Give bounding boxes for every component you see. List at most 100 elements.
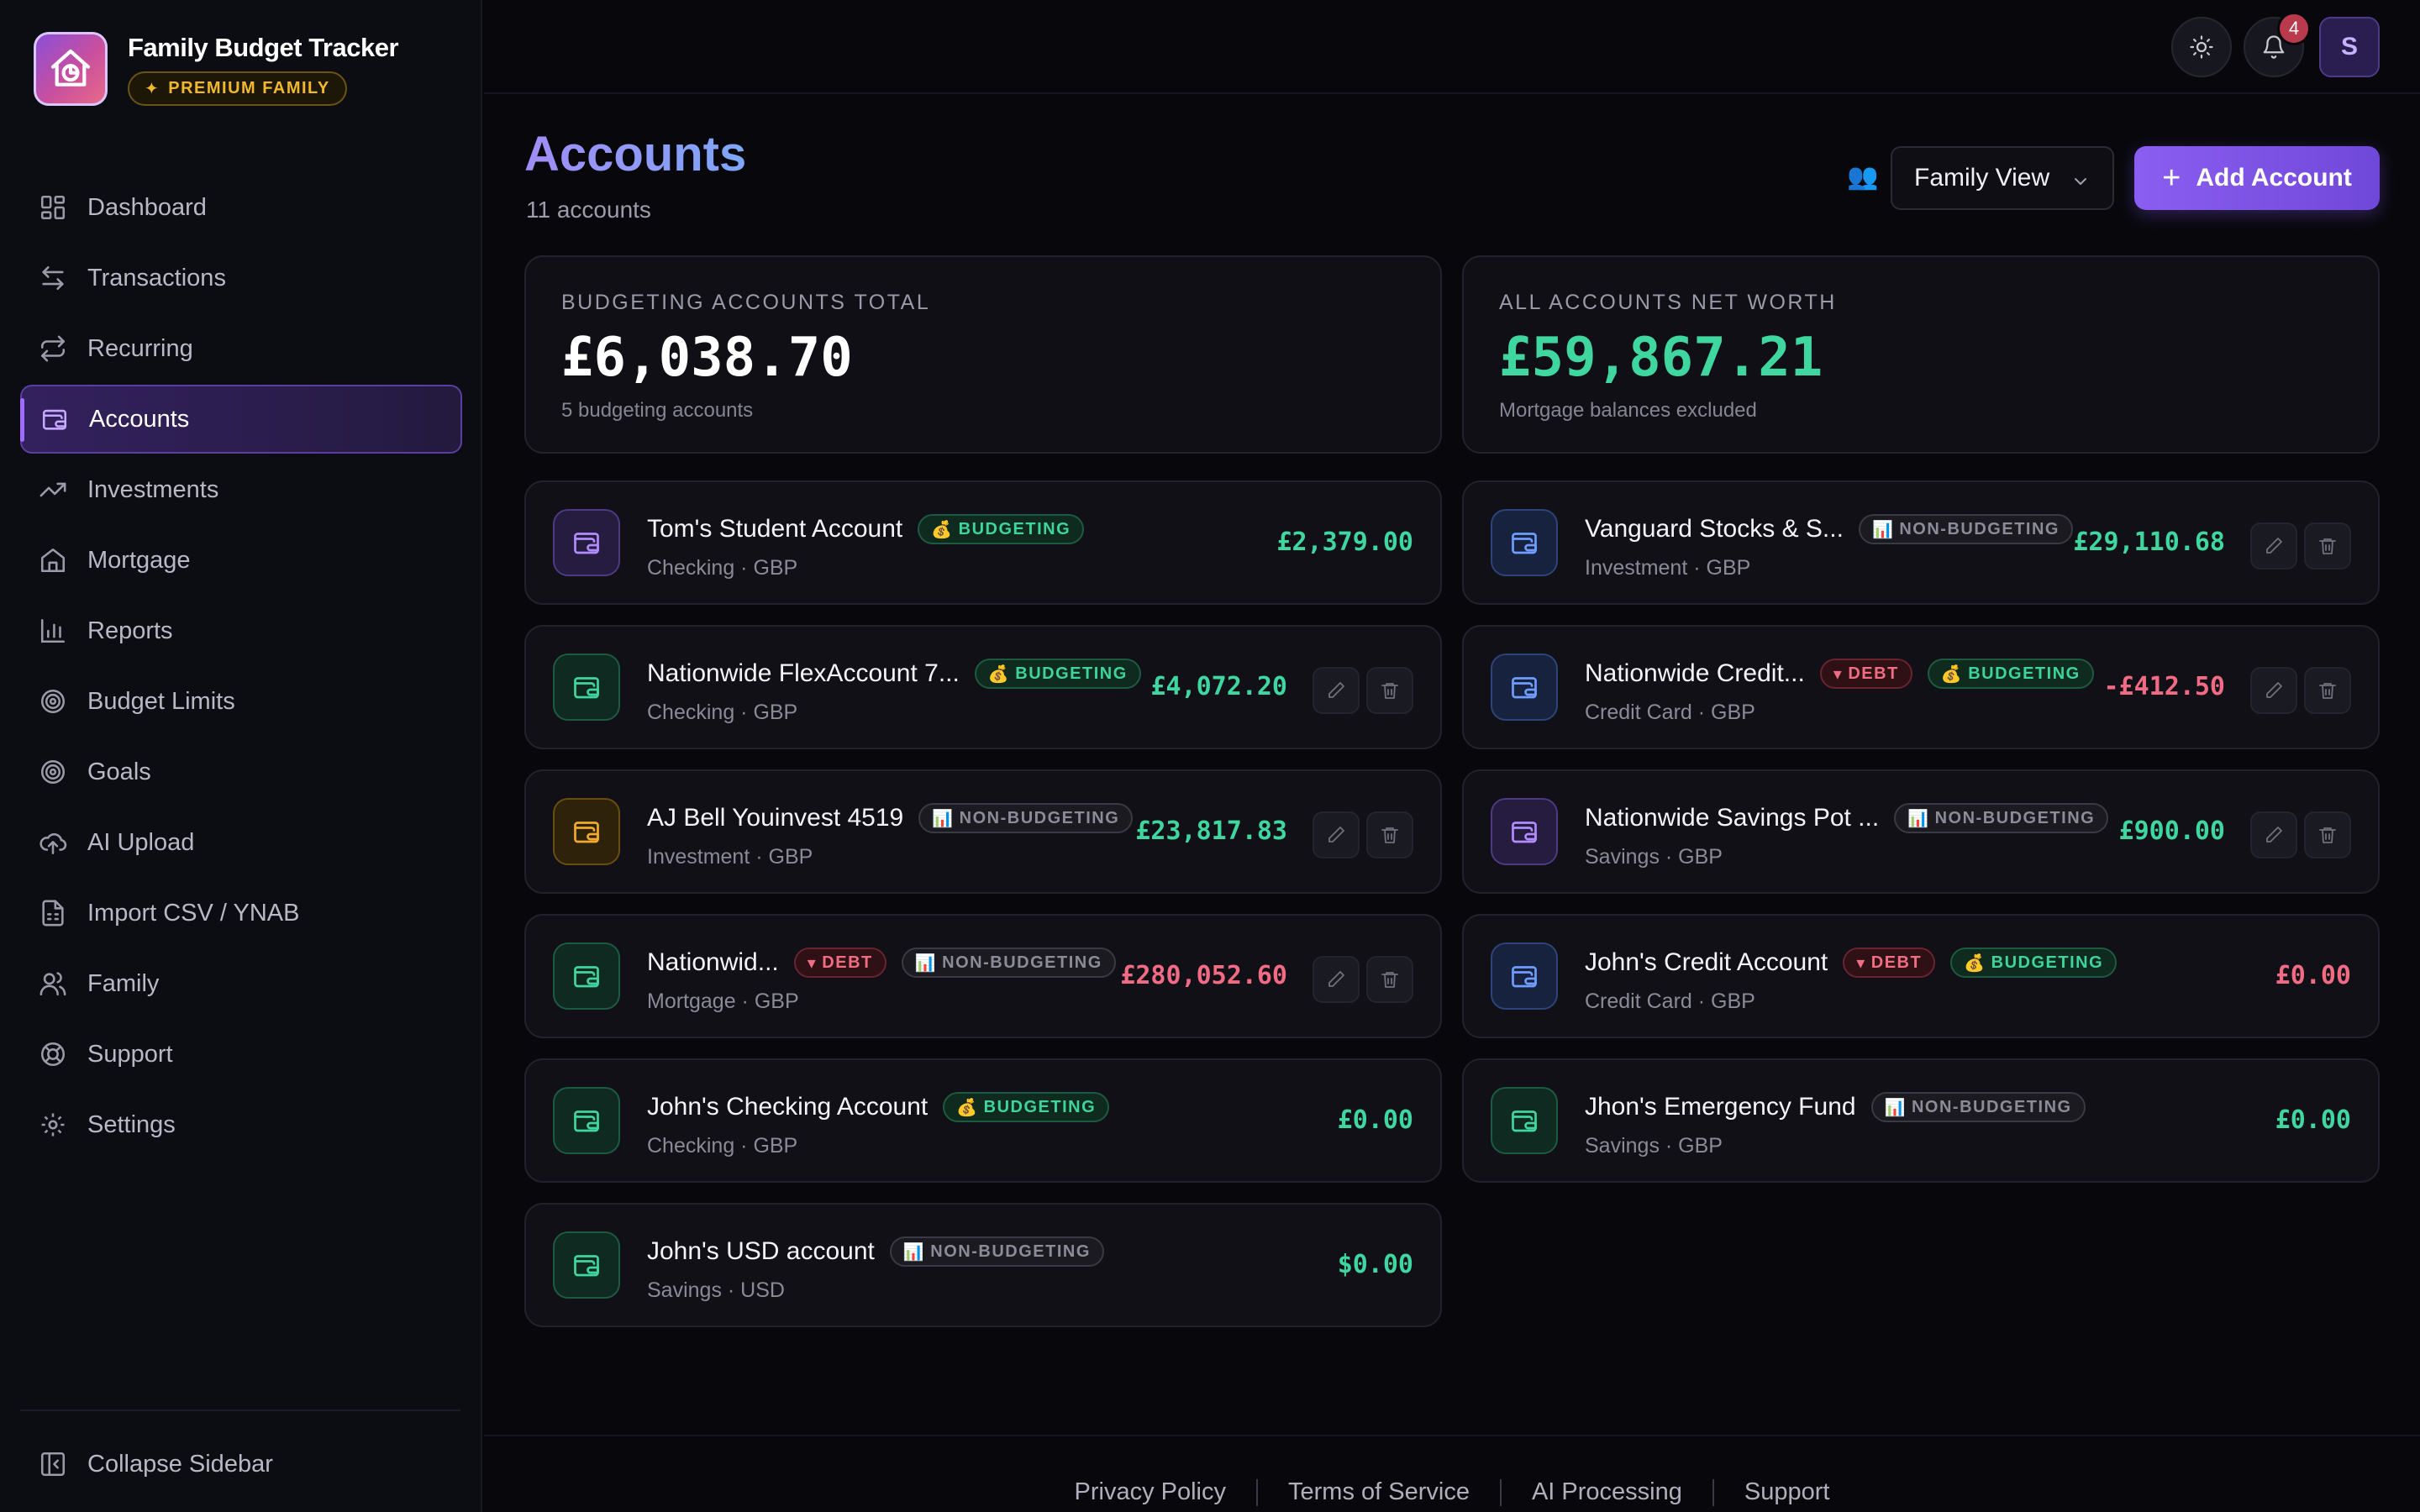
account-name: Nationwide Credit... — [1585, 659, 1805, 687]
sidebar: Family Budget Tracker ✦ PREMIUM FAMILY D… — [0, 0, 482, 1512]
sidebar-item-label: Budget Limits — [87, 687, 235, 715]
notifications-button[interactable]: 4 — [2244, 12, 2311, 77]
account-name: John's Checking Account — [647, 1093, 929, 1121]
footer-link-privacy[interactable]: Privacy Policy — [1075, 1478, 1227, 1506]
sidebar-item-reports[interactable]: Reports — [20, 596, 462, 665]
debt-tag: ▾ DEBT — [1819, 659, 1912, 689]
sidebar-item-ai-upload[interactable]: AI Upload — [20, 808, 462, 877]
account-card[interactable]: John's Credit Account ▾ DEBT 💰 BUDGETING C… — [1462, 914, 2380, 1038]
account-card[interactable]: Vanguard Stocks & S... 📊 NON-BUDGETING In… — [1462, 480, 2380, 605]
sidebar-collapse-icon — [40, 1452, 66, 1477]
account-meta: Savings · GBP — [1585, 845, 1723, 869]
footer-link-ai-processing[interactable]: AI Processing — [1532, 1478, 1682, 1506]
user-avatar[interactable]: S — [2319, 17, 2380, 77]
money-bag-icon: 💰 — [956, 1098, 979, 1117]
sidebar-item-family[interactable]: Family — [20, 949, 462, 1018]
edit-account-button[interactable] — [2250, 667, 2297, 714]
edit-account-button[interactable] — [2250, 522, 2297, 570]
footer-link-terms[interactable]: Terms of Service — [1288, 1478, 1470, 1506]
collapse-sidebar-button[interactable]: Collapse Sidebar — [39, 1450, 273, 1478]
account-balance: £0.00 — [2275, 961, 2351, 990]
summary-note: Mortgage balances excluded — [1499, 399, 1757, 422]
app-logo-icon — [34, 32, 108, 106]
footer-link-support[interactable]: Support — [1744, 1478, 1830, 1506]
family-view-select[interactable]: Family View — [1891, 146, 2114, 210]
non-budgeting-tag: 📊 NON-BUDGETING — [1858, 514, 2073, 544]
tag-label: DEBT — [1848, 664, 1899, 683]
account-card[interactable]: John's USD account 📊 NON-BUDGETING Saving… — [524, 1203, 1442, 1327]
tag-label: DEBT — [822, 953, 873, 972]
account-card[interactable]: Jhon's Emergency Fund 📊 NON-BUDGETING Sav… — [1462, 1058, 2380, 1183]
account-card[interactable]: AJ Bell Youinvest 4519 📊 NON-BUDGETING In… — [524, 769, 1442, 894]
sidebar-item-import-csv[interactable]: Import CSV / YNAB — [20, 879, 462, 948]
gear-icon — [41, 1113, 65, 1137]
delete-account-button[interactable] — [1366, 811, 1413, 858]
delete-account-button[interactable] — [1366, 956, 1413, 1003]
chart-icon: 📊 — [1884, 1098, 1907, 1117]
wallet-icon — [553, 654, 620, 721]
sidebar-item-mortgage[interactable]: Mortgage — [20, 526, 462, 595]
wallet-icon — [1491, 798, 1558, 865]
goal-icon — [40, 759, 66, 785]
sidebar-item-settings[interactable]: Settings — [20, 1090, 462, 1159]
chevron-down-icon — [2075, 178, 2086, 185]
sidebar-item-investments[interactable]: Investments — [20, 455, 462, 524]
theme-toggle-button[interactable] — [2171, 17, 2232, 77]
delete-account-button[interactable] — [1366, 667, 1413, 714]
account-name: Jhon's Emergency Fund — [1585, 1093, 1856, 1121]
edit-account-button[interactable] — [1313, 956, 1360, 1003]
trash-icon — [1381, 827, 1398, 843]
non-budgeting-tag: 📊 NON-BUDGETING — [918, 803, 1134, 833]
tag-label: BUDGETING — [1991, 953, 2104, 972]
add-account-button[interactable]: + Add Account — [2134, 146, 2380, 210]
sidebar-item-label: Support — [87, 1040, 173, 1068]
account-meta: Investment · GBP — [1585, 556, 1751, 580]
sidebar-item-transactions[interactable]: Transactions — [20, 244, 462, 312]
footer-separator — [1712, 1478, 1714, 1506]
sidebar-item-label: Mortgage — [87, 546, 191, 574]
sidebar-item-goals[interactable]: Goals — [20, 738, 462, 806]
account-card[interactable]: Nationwide Savings Pot ... 📊 NON-BUDGETIN… — [1462, 769, 2380, 894]
delete-account-button[interactable] — [2304, 522, 2351, 570]
footer: Privacy Policy Terms of Service AI Proce… — [484, 1435, 2420, 1512]
account-name: John's Credit Account — [1585, 948, 1828, 976]
account-meta: Mortgage · GBP — [647, 990, 799, 1013]
delete-account-button[interactable] — [2304, 667, 2351, 714]
sidebar-item-label: Accounts — [89, 405, 190, 433]
wallet-icon — [553, 798, 620, 865]
account-card[interactable]: Nationwide FlexAccount 7... 💰 BUDGETING C… — [524, 625, 1442, 749]
sidebar-item-label: Goals — [87, 758, 151, 785]
notification-count-badge: 4 — [2277, 12, 2311, 45]
delete-account-button[interactable] — [2304, 811, 2351, 858]
account-card[interactable]: Tom's Student Account 💰 BUDGETING Checkin… — [524, 480, 1442, 605]
wallet-icon — [553, 1231, 620, 1299]
budgeting-total-value: £6,038.70 — [561, 327, 853, 389]
tag-label: NON-BUDGETING — [942, 953, 1102, 972]
brand[interactable]: Family Budget Tracker ✦ PREMIUM FAMILY — [34, 32, 399, 106]
summary-label: ALL ACCOUNTS NET WORTH — [1499, 291, 1837, 314]
debt-tag: ▾ DEBT — [793, 948, 886, 978]
sidebar-item-recurring[interactable]: Recurring — [20, 314, 462, 383]
budgeting-tag: 💰 BUDGETING — [918, 514, 1085, 544]
chart-icon: 📊 — [902, 1242, 926, 1262]
account-balance: £280,052.60 — [1120, 961, 1287, 990]
tag-label: NON-BUDGETING — [959, 808, 1120, 827]
money-bag-icon: 💰 — [931, 520, 954, 539]
sidebar-item-dashboard[interactable]: Dashboard — [20, 173, 462, 242]
money-bag-icon: 💰 — [987, 664, 1011, 684]
edit-account-button[interactable] — [1313, 667, 1360, 714]
edit-account-button[interactable] — [2250, 811, 2297, 858]
sidebar-item-label: Dashboard — [87, 193, 207, 221]
account-card[interactable]: Nationwid... ▾ DEBT 📊 NON-BUDGETING Mortga… — [524, 914, 1442, 1038]
account-meta: Credit Card · GBP — [1585, 701, 1755, 724]
sidebar-item-accounts[interactable]: Accounts — [20, 385, 462, 454]
account-card[interactable]: Nationwide Credit... ▾ DEBT 💰 BUDGETING Cr… — [1462, 625, 2380, 749]
account-balance: £900.00 — [2118, 816, 2225, 846]
sidebar-item-label: Settings — [87, 1110, 176, 1138]
account-balance: $0.00 — [1337, 1250, 1413, 1279]
sidebar-item-budget-limits[interactable]: Budget Limits — [20, 667, 462, 736]
account-card[interactable]: John's Checking Account 💰 BUDGETING Check… — [524, 1058, 1442, 1183]
down-triangle-icon: ▾ — [1856, 953, 1866, 973]
sidebar-item-support[interactable]: Support — [20, 1020, 462, 1089]
edit-account-button[interactable] — [1313, 811, 1360, 858]
